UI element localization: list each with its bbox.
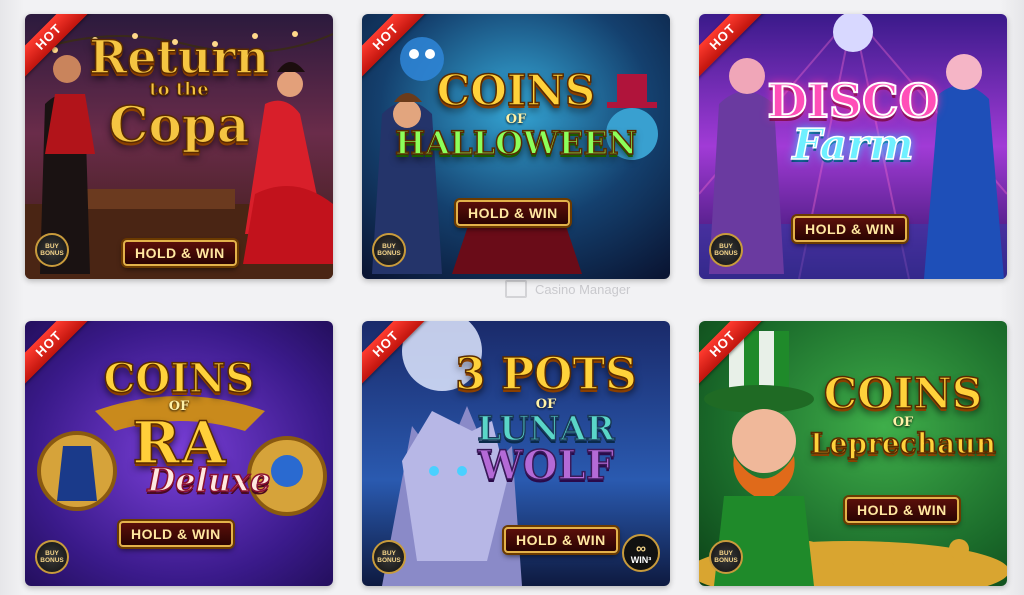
buy-bonus-badge: BUY BONUS (35, 540, 69, 574)
game-title-logo: COINS OF RA Deluxe (25, 355, 333, 499)
buy-bonus-line2: BONUS (40, 557, 64, 564)
title-sub: HALLOWEEN (394, 124, 637, 162)
background-left-fade (0, 0, 24, 595)
title-sub: Copa (108, 95, 250, 154)
buy-bonus-line2: BONUS (714, 250, 738, 257)
buy-bonus-line1: BUY (719, 549, 733, 557)
buy-bonus-badge: BUY BONUS (709, 540, 743, 574)
buy-bonus-line2: BONUS (714, 557, 738, 564)
title-sub: LUNAR (477, 409, 616, 449)
game-title-logo: Return to the Copa (25, 30, 333, 154)
title-sub: Leprechaun (809, 427, 996, 460)
game-tile-coins-of-leprechaun[interactable]: HOT COINS OF Leprechaun HOLD & WIN BUY B… (699, 321, 1007, 586)
hold-and-win-badge: HOLD & WIN (123, 240, 237, 266)
buy-bonus-line2: BONUS (377, 557, 401, 564)
win3-label: WIN³ (630, 555, 652, 565)
hold-and-win-badge: HOLD & WIN (845, 497, 959, 523)
casino-manager-watermark: Casino Manager (505, 280, 630, 298)
game-tile-coins-of-halloween[interactable]: HOT COINS OF HALLOWEEN HOLD & WIN BUY BO… (362, 14, 670, 279)
title-main: COINS (823, 369, 983, 418)
game-tile-coins-of-ra-deluxe[interactable]: HOT COINS OF RA Deluxe HOLD & WIN BUY BO… (25, 321, 333, 586)
game-tile-disco-farm[interactable]: HOT DISCO Farm HOLD & WIN BUY BONUS (699, 14, 1007, 279)
title-extra: Deluxe (147, 461, 271, 499)
buy-bonus-line1: BUY (382, 549, 396, 557)
buy-bonus-badge: BUY BONUS (35, 233, 69, 267)
buy-bonus-line1: BUY (382, 242, 396, 250)
game-tile-return-to-the-copa[interactable]: HOT Return to the Copa HOLD & WIN BUY BO… (25, 14, 333, 279)
win3-badge: ∞ WIN³ (622, 534, 660, 572)
game-title-logo: COINS OF Leprechaun (799, 369, 1007, 460)
watermark-text: Casino Manager (535, 281, 631, 297)
monitor-icon (505, 280, 527, 298)
buy-bonus-line2: BONUS (377, 250, 401, 257)
buy-bonus-line2: BONUS (40, 250, 64, 257)
title-main: Return (88, 30, 269, 84)
game-title-logo: COINS OF HALLOWEEN (362, 66, 670, 162)
game-tile-3-pots-of-lunar-wolf[interactable]: HOT 3 POTS OF LUNAR WOLF HOLD & WIN BUY … (362, 321, 670, 586)
game-title-logo: 3 POTS OF LUNAR WOLF (422, 349, 670, 489)
buy-bonus-badge: BUY BONUS (372, 540, 406, 574)
title-main: COINS (103, 355, 255, 402)
buy-bonus-line1: BUY (45, 242, 59, 250)
infinity-icon: ∞ (636, 540, 646, 556)
buy-bonus-badge: BUY BONUS (709, 233, 743, 267)
title-main: DISCO (766, 74, 939, 128)
title-main: COINS (436, 66, 596, 115)
hold-and-win-badge: HOLD & WIN (456, 200, 570, 226)
buy-bonus-line1: BUY (45, 549, 59, 557)
title-sub: Farm (792, 120, 915, 169)
buy-bonus-badge: BUY BONUS (372, 233, 406, 267)
title-extra: WOLF (477, 442, 615, 489)
buy-bonus-line1: BUY (719, 242, 733, 250)
hold-and-win-badge: HOLD & WIN (793, 216, 907, 242)
hold-and-win-badge: HOLD & WIN (119, 521, 233, 547)
game-title-logo: DISCO Farm (699, 74, 1007, 169)
title-main: 3 POTS (454, 349, 637, 400)
hold-and-win-badge: HOLD & WIN (504, 527, 618, 553)
